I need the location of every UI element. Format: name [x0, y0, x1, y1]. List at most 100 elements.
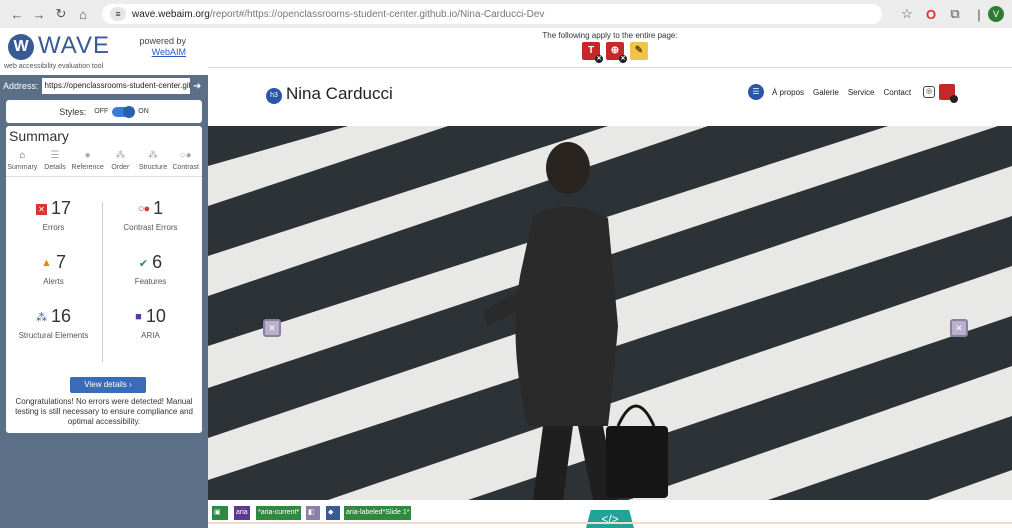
contrast-icon: ○● — [179, 150, 192, 161]
tab-reference[interactable]: ● Reference — [71, 148, 104, 176]
wave-logo-icon: W — [8, 34, 34, 60]
stat-errors[interactable]: ✕ 17 Errors — [6, 198, 101, 232]
congrats-message: Congratulations! No errors were detected… — [15, 397, 193, 426]
url-domain: wave.webaim.org — [132, 8, 210, 20]
alert-icon: ▲ — [41, 257, 52, 270]
stat-structural[interactable]: ⁂ 16 Structural Elements — [6, 306, 101, 340]
tab-contrast[interactable]: ○● Contrast — [169, 148, 202, 176]
errors-count: 17 — [50, 198, 72, 218]
h3-badge[interactable]: h3 — [266, 88, 282, 104]
slide-prev-button[interactable]: ✕ — [263, 319, 281, 337]
aria-labelled-label[interactable]: aria-labeled*Slide 1* — [344, 506, 412, 520]
powered-by-text: powered by — [139, 36, 186, 46]
page-wide-issues-bar: The following apply to the entire page: … — [208, 28, 1012, 68]
summary-panel: Summary ⌂ Summary ☰ Details ● Reference ⁂ Or… — [6, 126, 202, 433]
tab-label: Details — [44, 164, 66, 171]
error-badge-icon: ✕ — [619, 55, 627, 63]
feature-icon: ✔ — [138, 257, 149, 270]
url-path: /report#/https://openclassrooms-student-… — [209, 8, 545, 20]
document-alert-icon[interactable]: ✎ — [630, 42, 648, 60]
address-row: Address: https://openclassrooms-student-… — [0, 75, 208, 97]
divider: | — [977, 6, 981, 22]
image-feature-icon[interactable]: ▣ — [212, 506, 228, 520]
wave-sidebar: W WAVE web accessibility evaluation tool… — [0, 28, 208, 528]
nav-item-contact[interactable]: Contact — [884, 88, 912, 97]
aria-count: 10 — [145, 306, 166, 326]
aria-current-label[interactable]: *aria-current* — [256, 506, 302, 520]
toggle-knob — [123, 105, 136, 118]
tab-label: Summary — [7, 164, 38, 171]
wave-tagline: web accessibility evaluation tool — [4, 63, 104, 70]
features-label: Features — [134, 277, 167, 286]
nav-item-service[interactable]: Service — [848, 88, 875, 97]
site-nav: ☰ À propos Galerie Service Contact ◎ — [748, 84, 959, 103]
aria-label: ARIA — [141, 331, 160, 340]
tab-label: Contrast — [172, 164, 199, 171]
home-icon: ⌂ — [19, 150, 26, 161]
stat-alerts[interactable]: ▲ 7 Alerts — [6, 252, 101, 286]
wave-tabs: ⌂ Summary ☰ Details ● Reference ⁂ Order ⁂ Str… — [6, 148, 202, 176]
view-details-button[interactable]: View details › — [70, 377, 146, 393]
aria-icon[interactable]: aria — [234, 506, 250, 520]
summary-title: Summary — [9, 128, 69, 144]
info-icon: ● — [84, 150, 91, 161]
site-header: h3 Nina Carducci ☰ À propos Galerie Serv… — [208, 68, 1012, 126]
structural-count: 16 — [50, 306, 72, 326]
tab-label: Order — [111, 164, 130, 171]
language-missing-icon[interactable]: T ✕ — [582, 42, 603, 63]
forward-icon[interactable]: → — [30, 7, 48, 22]
tab-order[interactable]: ⁂ Order — [104, 148, 137, 176]
browser-toolbar: ← → ↻ ⌂ ≡ wave.webaim.org/report#/https:… — [0, 0, 1012, 28]
hero-image: ✕ ✕ — [208, 126, 1012, 500]
styles-toggle[interactable] — [112, 105, 136, 118]
contrast-count: 1 — [153, 198, 164, 218]
contrast-error-icon: ○● — [137, 203, 150, 216]
apply-text: The following apply to the entire page: — [542, 31, 678, 40]
features-count: 6 — [152, 252, 163, 272]
contrast-label: Contrast Errors — [123, 223, 178, 232]
powered-by: powered by WebAIM — [139, 36, 186, 58]
stat-contrast[interactable]: ○● 1 Contrast Errors — [103, 198, 198, 232]
slide-next-button[interactable]: ✕ — [950, 319, 968, 337]
address-label: Address: — [3, 81, 39, 91]
profile-avatar[interactable]: V — [988, 6, 1004, 22]
reload-icon[interactable]: ↻ — [52, 6, 70, 22]
address-bar[interactable]: ≡ wave.webaim.org/report#/https://opencl… — [102, 4, 882, 24]
stat-aria[interactable]: ■ 10 ARIA — [103, 306, 198, 340]
tab-label: Structure — [138, 164, 168, 171]
home-icon[interactable]: ⌂ — [74, 7, 92, 22]
aria-icon: ■ — [135, 311, 142, 324]
tab-label: Reference — [71, 164, 104, 171]
tab-summary[interactable]: ⌂ Summary — [6, 148, 39, 176]
crosswalk-photo — [208, 126, 1012, 500]
tab-details[interactable]: ☰ Details — [39, 148, 72, 176]
site-title: Nina Carducci — [286, 84, 393, 103]
nav-item-galerie[interactable]: Galerie — [813, 88, 839, 97]
tab-divider — [6, 176, 202, 177]
slide-icon[interactable]: ◧ — [306, 506, 320, 520]
address-input[interactable]: https://openclassrooms-student-center.gi… — [41, 78, 190, 94]
styles-on-label: ON — [138, 108, 149, 115]
go-arrow-icon[interactable]: ➜ — [193, 81, 205, 92]
tab-structure[interactable]: ⁂ Structure — [137, 148, 170, 176]
back-icon[interactable]: ← — [8, 7, 26, 22]
code-view-button[interactable]: </> — [586, 510, 634, 528]
alerts-count: 7 — [55, 252, 66, 272]
error-icon: ✕ — [35, 203, 47, 215]
extensions-puzzle-icon[interactable]: ⧉ — [946, 5, 964, 23]
list-structure-icon[interactable]: ☰ — [748, 84, 764, 100]
bottom-annotations: ▣ aria *aria-current* ◧ ◆ aria-labeled*S… — [208, 500, 1012, 528]
errors-label: Errors — [42, 223, 65, 232]
site-info-icon[interactable]: ≡ — [110, 7, 126, 21]
order-icon: ⁂ — [115, 150, 126, 161]
tag-icon[interactable]: ◆ — [326, 506, 340, 520]
styles-toggle-row: Styles: OFF ON — [6, 100, 202, 123]
webaim-link[interactable]: WebAIM — [152, 47, 186, 57]
star-icon[interactable]: ☆ — [898, 5, 916, 23]
stat-features[interactable]: ✔ 6 Features — [103, 252, 198, 286]
link-error-icon[interactable] — [939, 84, 959, 103]
globe-error-icon[interactable]: ⊕ ✕ — [606, 42, 627, 63]
extension-opera-icon[interactable]: O — [922, 5, 940, 23]
instagram-icon[interactable]: ◎ — [923, 86, 936, 98]
nav-item-apropos[interactable]: À propos — [772, 88, 804, 97]
